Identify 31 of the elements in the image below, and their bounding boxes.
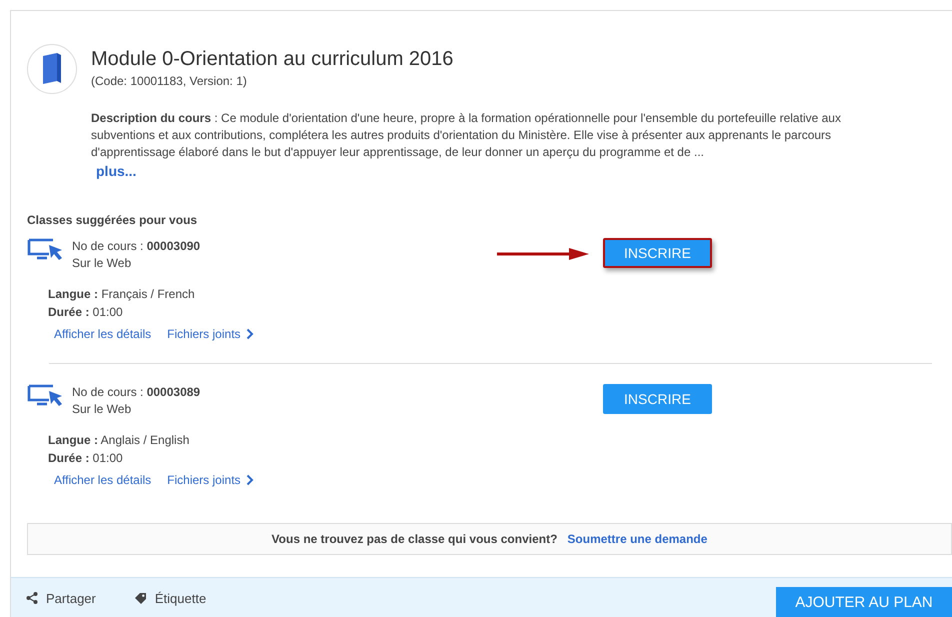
delivery-mode: Sur le Web xyxy=(72,255,132,272)
section-heading: Classes suggérées pour vous xyxy=(27,213,198,227)
details-link[interactable]: Afficher les détails xyxy=(54,325,152,343)
enroll-button[interactable]: INSCRIRE xyxy=(603,238,712,268)
book-icon xyxy=(27,44,77,94)
tag-button[interactable]: Étiquette xyxy=(134,590,206,606)
language-info: Langue : Français / French xyxy=(48,286,196,303)
chevron-icon xyxy=(246,328,254,340)
computer-cursor-icon xyxy=(27,384,63,408)
course-number: No de cours : 00003089 xyxy=(72,384,202,401)
share-button[interactable]: Partager xyxy=(26,590,96,606)
attachments-link[interactable]: Fichiers joints xyxy=(167,325,254,343)
duration-info: Durée : 01:00 xyxy=(48,304,124,321)
request-link[interactable]: Soumettre une demande xyxy=(567,532,708,546)
tag-icon xyxy=(134,592,147,604)
share-icon xyxy=(26,592,38,604)
language-info: Langue : Anglais / English xyxy=(48,432,190,449)
duration-info: Durée : 01:00 xyxy=(48,450,124,467)
add-to-plan-button[interactable]: AJOUTER AU PLAN xyxy=(776,587,952,617)
attachments-link[interactable]: Fichiers joints xyxy=(167,471,254,489)
course-number: No de cours : 00003090 xyxy=(72,238,202,255)
chevron-icon xyxy=(246,474,254,486)
request-question: Vous ne trouvez pas de classe qui vous convient? xyxy=(272,532,558,546)
course-title: Module 0-Orientation au curriculum 2016 xyxy=(91,48,454,71)
delivery-mode: Sur le Web xyxy=(72,401,132,418)
enroll-button[interactable]: INSCRIRE xyxy=(603,384,712,414)
details-link[interactable]: Afficher les détails xyxy=(54,471,152,489)
course-code: (Code: 10001183, Version: 1) xyxy=(91,74,248,88)
more-link[interactable]: plus... xyxy=(96,163,136,179)
course-description: Description du cours : Ce module d'orientation d'une heure, propre à la formation opérationnelle pour l'ensemble du portefeuille relative aux subventions et aux contributions, complétera les autres produits d'orientation du Ministère. Elle vise à présenter aux apprenants le parcours d'apprentissage élaboré dans le but d'appuyer leur apprentissage, de leur donner un aperçu du programme et de ... xyxy=(91,110,842,161)
computer-cursor-icon xyxy=(27,238,63,262)
